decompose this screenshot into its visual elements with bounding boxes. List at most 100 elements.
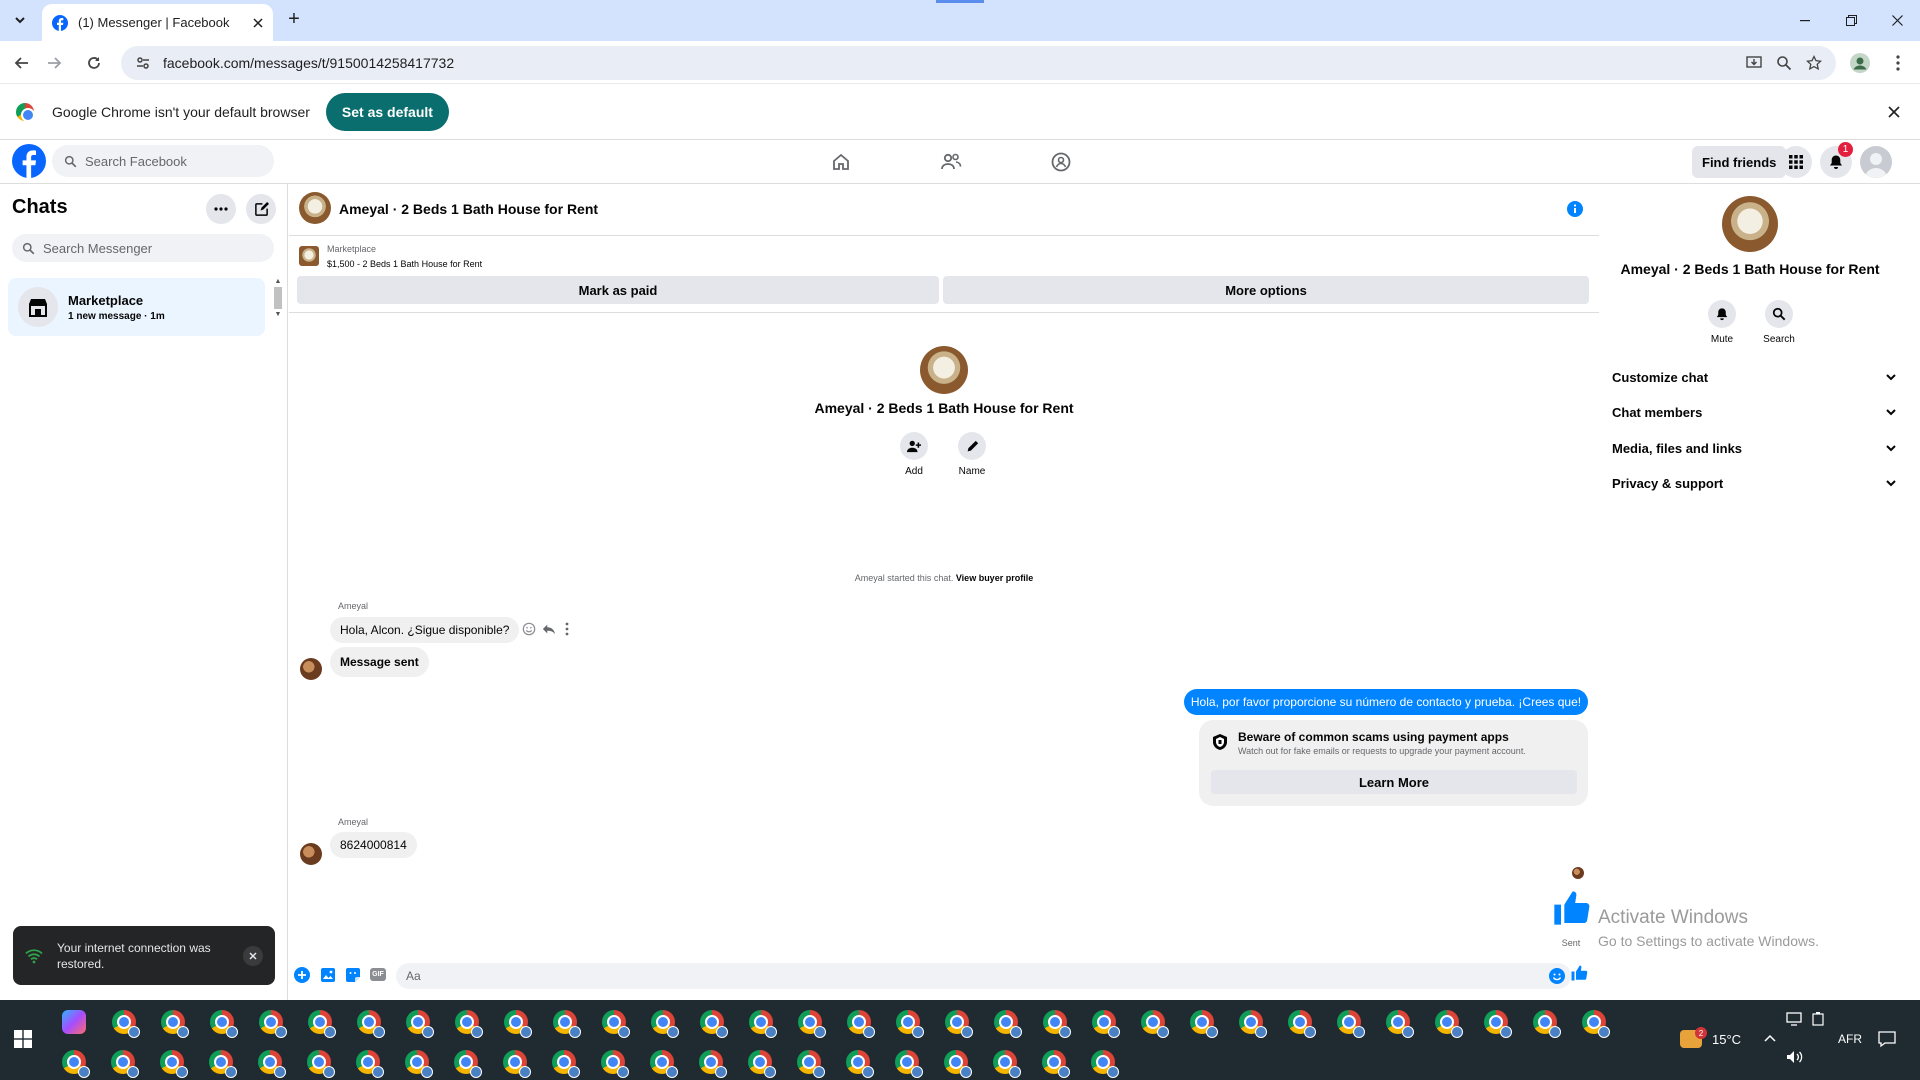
address-bar[interactable]: facebook.com/messages/t/9150014258417732: [121, 46, 1836, 80]
chrome-taskbar-icon[interactable]: [503, 1050, 531, 1078]
chat-members-section[interactable]: Chat members: [1612, 398, 1897, 426]
rename-button[interactable]: [958, 432, 986, 460]
chrome-taskbar-icon[interactable]: [62, 1050, 90, 1078]
chrome-taskbar-icon[interactable]: [259, 1010, 287, 1038]
battery-icon[interactable]: [1812, 1012, 1824, 1026]
chrome-taskbar-icon[interactable]: [1190, 1010, 1218, 1038]
chrome-taskbar-icon[interactable]: [896, 1010, 924, 1038]
photo-icon[interactable]: [320, 967, 336, 983]
chrome-taskbar-icon[interactable]: [1386, 1010, 1414, 1038]
chrome-taskbar-icon[interactable]: [1092, 1010, 1120, 1038]
chrome-taskbar-icon[interactable]: [210, 1010, 238, 1038]
mark-as-paid-button[interactable]: Mark as paid: [297, 276, 939, 304]
emoji-icon[interactable]: [1549, 968, 1565, 984]
sticker-icon[interactable]: [345, 967, 361, 983]
chrome-taskbar-icon[interactable]: [258, 1050, 286, 1078]
sender-avatar[interactable]: [300, 843, 322, 865]
zoom-icon[interactable]: [1776, 55, 1792, 71]
plus-circle-icon[interactable]: [294, 967, 310, 983]
customize-chat-section[interactable]: Customize chat: [1612, 363, 1897, 391]
close-icon[interactable]: [1888, 105, 1900, 118]
minimize-button[interactable]: [1782, 0, 1828, 41]
chrome-taskbar-icon[interactable]: [945, 1010, 973, 1038]
chrome-taskbar-icon[interactable]: [161, 1010, 189, 1038]
chrome-taskbar-icon[interactable]: [993, 1050, 1021, 1078]
chrome-taskbar-icon[interactable]: [209, 1050, 237, 1078]
incoming-message[interactable]: Hola, Alcon. ¿Sigue disponible?: [330, 617, 520, 643]
chat-list-item[interactable]: Marketplace 1 new message · 1m: [8, 278, 265, 336]
chrome-taskbar-icon[interactable]: [797, 1050, 825, 1078]
chrome-taskbar-icon[interactable]: [552, 1050, 580, 1078]
conversation-title[interactable]: Ameyal · 2 Beds 1 Bath House for Rent: [339, 201, 598, 217]
new-tab-button[interactable]: +: [284, 9, 304, 30]
mute-button[interactable]: [1708, 300, 1736, 328]
chrome-taskbar-icon[interactable]: [307, 1050, 335, 1078]
chrome-taskbar-icon[interactable]: [1239, 1010, 1267, 1038]
more-options-button[interactable]: More options: [943, 276, 1589, 304]
chrome-taskbar-icon[interactable]: [356, 1050, 384, 1078]
monitor-icon[interactable]: [1786, 1012, 1802, 1026]
chrome-taskbar-icon[interactable]: [846, 1050, 874, 1078]
chrome-taskbar-icon[interactable]: [994, 1010, 1022, 1038]
set-as-default-button[interactable]: Set as default: [325, 92, 449, 131]
chrome-taskbar-icon[interactable]: [308, 1010, 336, 1038]
gif-icon[interactable]: GIF: [370, 968, 386, 981]
chrome-taskbar-icon[interactable]: [749, 1010, 777, 1038]
media-files-links-section[interactable]: Media, files and links: [1612, 434, 1897, 462]
chrome-taskbar-icon[interactable]: [553, 1010, 581, 1038]
back-button[interactable]: [8, 49, 36, 77]
tab-search-button[interactable]: [8, 8, 32, 32]
outgoing-message[interactable]: Hola, por favor proporcione su número de…: [1184, 689, 1588, 715]
chrome-taskbar-icon[interactable]: [1435, 1010, 1463, 1038]
home-nav-button[interactable]: [823, 146, 859, 178]
chrome-taskbar-icon[interactable]: [112, 1010, 140, 1038]
chrome-taskbar-icon[interactable]: [650, 1050, 678, 1078]
chrome-taskbar-icon[interactable]: [651, 1010, 679, 1038]
info-icon[interactable]: [1567, 201, 1583, 217]
chrome-taskbar-icon[interactable]: [944, 1050, 972, 1078]
notification-center-icon[interactable]: [1878, 1030, 1896, 1048]
reload-button[interactable]: [80, 49, 108, 77]
chrome-taskbar-icon[interactable]: [798, 1010, 826, 1038]
chrome-taskbar-icon[interactable]: [455, 1010, 483, 1038]
forward-button[interactable]: [40, 49, 68, 77]
close-icon[interactable]: [253, 17, 263, 28]
groups-nav-button[interactable]: [1043, 146, 1079, 178]
like-button-icon[interactable]: [1570, 964, 1588, 982]
sender-avatar[interactable]: [300, 658, 322, 680]
chrome-taskbar-icon[interactable]: [1288, 1010, 1316, 1038]
chrome-taskbar-icon[interactable]: [895, 1050, 923, 1078]
windows-start-icon[interactable]: [14, 1030, 32, 1048]
incoming-message[interactable]: Message sent: [330, 647, 429, 677]
chrome-taskbar-icon[interactable]: [357, 1010, 385, 1038]
chrome-taskbar-icon[interactable]: [1484, 1010, 1512, 1038]
message-input[interactable]: Aa: [396, 963, 1571, 989]
friends-nav-button[interactable]: [933, 146, 969, 178]
chrome-taskbar-icon[interactable]: [847, 1010, 875, 1038]
chrome-taskbar-icon[interactable]: [111, 1050, 139, 1078]
chrome-taskbar-icon[interactable]: [454, 1050, 482, 1078]
reply-icon[interactable]: [542, 622, 556, 636]
url-text[interactable]: facebook.com/messages/t/9150014258417732: [163, 55, 454, 71]
chrome-taskbar-icon[interactable]: [1582, 1010, 1610, 1038]
chrome-taskbar-icon[interactable]: [748, 1050, 776, 1078]
more-vertical-icon[interactable]: [565, 622, 569, 636]
chrome-taskbar-icon[interactable]: [700, 1010, 728, 1038]
chat-options-button[interactable]: [206, 194, 236, 224]
search-in-chat-button[interactable]: [1765, 300, 1793, 328]
view-buyer-profile-link[interactable]: View buyer profile: [956, 573, 1033, 583]
like-thumb-icon[interactable]: [1551, 888, 1591, 928]
chrome-taskbar-icon[interactable]: [1043, 1010, 1071, 1038]
chrome-taskbar-icon[interactable]: [405, 1050, 433, 1078]
temperature[interactable]: 15°C: [1712, 1032, 1741, 1047]
facebook-logo-icon[interactable]: [12, 144, 46, 178]
install-app-icon[interactable]: [1746, 55, 1762, 71]
react-smiley-icon[interactable]: [522, 622, 536, 636]
chrome-taskbar-icon[interactable]: [406, 1010, 434, 1038]
chrome-taskbar-icon[interactable]: [1091, 1050, 1119, 1078]
privacy-support-section[interactable]: Privacy & support: [1612, 469, 1897, 497]
toast-close-button[interactable]: [243, 945, 263, 966]
copilot-icon[interactable]: [62, 1010, 86, 1034]
learn-more-button[interactable]: Learn More: [1211, 770, 1577, 794]
listing-avatar[interactable]: [299, 192, 331, 224]
